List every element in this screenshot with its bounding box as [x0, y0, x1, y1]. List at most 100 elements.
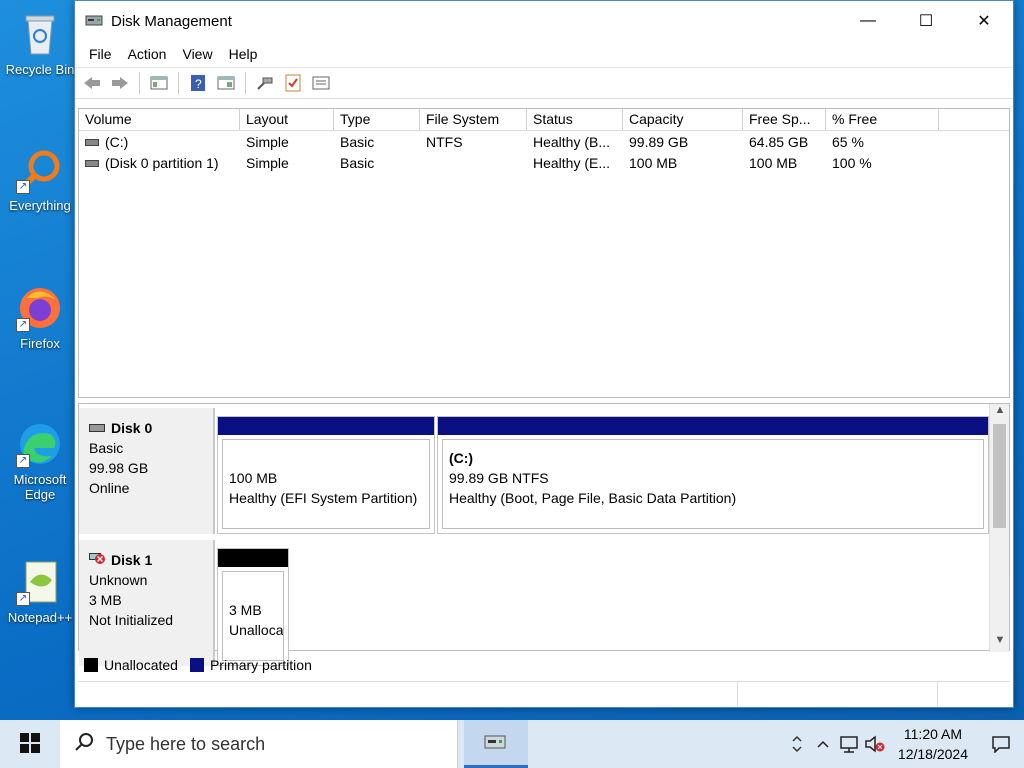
properties-icon[interactable]: [215, 72, 237, 94]
taskbar-clock[interactable]: 11:20 AM 12/18/2024: [888, 724, 978, 764]
back-icon[interactable]: [81, 72, 103, 94]
column-header-status[interactable]: Status: [527, 109, 623, 130]
disk-0-name-text: Disk 0: [111, 420, 153, 436]
scroll-down-icon[interactable]: ▼: [990, 634, 1010, 652]
disk-0-label-block[interactable]: Disk 0 Basic 99.98 GB Online: [79, 408, 215, 534]
disk-management-taskbar-icon: [483, 730, 509, 755]
disk-management-window: Disk Management — ☐ ✕ File Action View H…: [74, 0, 1014, 708]
table-row[interactable]: (Disk 0 partition 1) Simple Basic Health…: [79, 152, 1009, 173]
partition-unallocated[interactable]: 3 MB Unalloca: [217, 548, 289, 666]
column-header-file-system[interactable]: File System: [420, 109, 527, 130]
title-bar[interactable]: Disk Management — ☐ ✕: [75, 1, 1013, 41]
column-header-capacity[interactable]: Capacity: [623, 109, 743, 130]
cell-volume: (C:): [79, 134, 240, 150]
volume-muted-icon[interactable]: [862, 735, 888, 753]
disk-graphical-view: Disk 0 Basic 99.98 GB Online 100 MB Heal…: [78, 403, 1010, 666]
disk-1-type: Unknown: [89, 572, 148, 588]
volume-list-header: Volume Layout Type File System Status Ca…: [79, 109, 1009, 131]
disk-1-name: Disk 1: [89, 550, 203, 570]
cell-percent-free: 100 %: [832, 154, 872, 171]
show-hide-console-tree-icon[interactable]: [148, 72, 170, 94]
cell-capacity: 100 MB: [629, 154, 678, 171]
maximize-button[interactable]: ☐: [897, 1, 955, 41]
settings-icon[interactable]: [310, 72, 332, 94]
menu-view[interactable]: View: [174, 46, 220, 62]
minimize-button[interactable]: —: [839, 1, 897, 41]
search-icon: [74, 732, 94, 757]
desktop-icon-label: Everything: [9, 198, 71, 213]
column-header-free-space[interactable]: Free Sp...: [743, 109, 826, 130]
forward-icon[interactable]: [109, 72, 131, 94]
disk-management-app-icon: [85, 13, 103, 29]
taskbar-app-disk-management[interactable]: [464, 720, 528, 768]
desktop-icon-everything[interactable]: ↗ Everything: [4, 146, 76, 213]
cell-layout: Simple: [246, 154, 289, 171]
unallocated-swatch: [84, 658, 98, 672]
partition-size: 3 MB: [229, 602, 262, 618]
show-hidden-icons-chevron-icon[interactable]: [810, 739, 836, 749]
disk-row-1: Disk 1 Unknown 3 MB Not Initialized 3 MB…: [79, 540, 991, 668]
close-button[interactable]: ✕: [955, 1, 1013, 41]
scrollbar-thumb[interactable]: [993, 424, 1006, 528]
disk-0-size: 99.98 GB: [89, 460, 149, 476]
edge-icon: ↗: [16, 420, 64, 468]
shortcut-arrow-icon: ↗: [16, 592, 30, 606]
cell-type: Basic: [340, 133, 375, 150]
drive-icon: [85, 139, 99, 147]
desktop-icon-firefox[interactable]: ↗ Firefox: [4, 284, 76, 351]
status-bar-pane: [738, 682, 938, 706]
shortcut-arrow-icon: ↗: [16, 180, 30, 194]
primary-partition-bar: [218, 417, 434, 435]
desktop-icon-label: Microsoft Edge: [13, 472, 67, 502]
menu-file[interactable]: File: [81, 46, 120, 62]
partition-legend: Unallocated Primary partition: [78, 653, 1010, 677]
desktop-icon-notepad-plus-plus[interactable]: ↗ Notepad++: [4, 558, 76, 625]
disk-0-state: Online: [89, 480, 130, 496]
column-header-percent-free[interactable]: % Free: [826, 109, 939, 130]
window-title: Disk Management: [111, 12, 232, 30]
menu-help[interactable]: Help: [221, 46, 266, 62]
help-icon[interactable]: ?: [187, 72, 209, 94]
cell-volume: (Disk 0 partition 1): [79, 155, 240, 171]
scroll-up-icon[interactable]: ▲: [990, 404, 1010, 422]
column-header-volume[interactable]: Volume: [79, 109, 240, 130]
start-button[interactable]: [0, 720, 60, 768]
primary-swatch: [189, 658, 204, 672]
partition-c-details: (C:) 99.89 GB NTFS Healthy (Boot, Page F…: [442, 439, 984, 529]
desktop-icon-edge[interactable]: ↗ Microsoft Edge: [4, 420, 76, 502]
partition-size: 99.89 GB NTFS: [449, 470, 549, 486]
desktop-icon-recycle-bin[interactable]: Recycle Bin: [4, 10, 76, 77]
column-header-layout[interactable]: Layout: [240, 109, 334, 130]
partition-efi[interactable]: 100 MB Healthy (EFI System Partition): [217, 416, 435, 534]
disk-1-size: 3 MB: [89, 592, 122, 608]
disk-row-0: Disk 0 Basic 99.98 GB Online 100 MB Heal…: [79, 408, 991, 536]
checklist-icon[interactable]: [282, 72, 304, 94]
column-header-type[interactable]: Type: [334, 109, 420, 130]
taskbar-search-box[interactable]: Type here to search: [60, 720, 458, 768]
partition-unallocated-details: 3 MB Unalloca: [222, 571, 284, 661]
cell-volume-text: (Disk 0 partition 1): [105, 154, 219, 171]
graphical-view-scrollbar[interactable]: ▲ ▼: [989, 404, 1009, 652]
partition-title: (C:): [449, 450, 474, 466]
legend-primary: Primary partition: [209, 657, 312, 673]
firefox-icon: ↗: [16, 284, 64, 332]
menu-action[interactable]: Action: [120, 46, 175, 62]
partition-status: Unalloca: [229, 622, 284, 638]
disk-1-label-block[interactable]: Disk 1 Unknown 3 MB Not Initialized: [79, 540, 215, 666]
drive-icon: [85, 160, 99, 168]
shortcut-arrow-icon: ↗: [16, 454, 30, 468]
cell-volume-text: (C:): [105, 133, 129, 150]
partition-status: Healthy (EFI System Partition): [229, 490, 418, 506]
partition-title: [229, 580, 277, 600]
table-row[interactable]: (C:) Simple Basic NTFS Healthy (B... 99.…: [79, 131, 1009, 152]
partition-status: Healthy (Boot, Page File, Basic Data Par…: [449, 490, 737, 506]
network-icon[interactable]: [836, 735, 862, 753]
tray-overflow-icon[interactable]: [784, 732, 810, 756]
taskbar: Type here to search 11:20 AM 12/18/2024: [0, 720, 1024, 768]
system-tray: 11:20 AM 12/18/2024: [784, 720, 1024, 768]
legend-unallocated: Unallocated: [104, 657, 178, 673]
notifications-icon[interactable]: [978, 735, 1024, 753]
desktop-icon-label: Notepad++: [7, 610, 73, 625]
connect-icon[interactable]: [254, 72, 276, 94]
partition-c[interactable]: (C:) 99.89 GB NTFS Healthy (Boot, Page F…: [437, 416, 989, 534]
